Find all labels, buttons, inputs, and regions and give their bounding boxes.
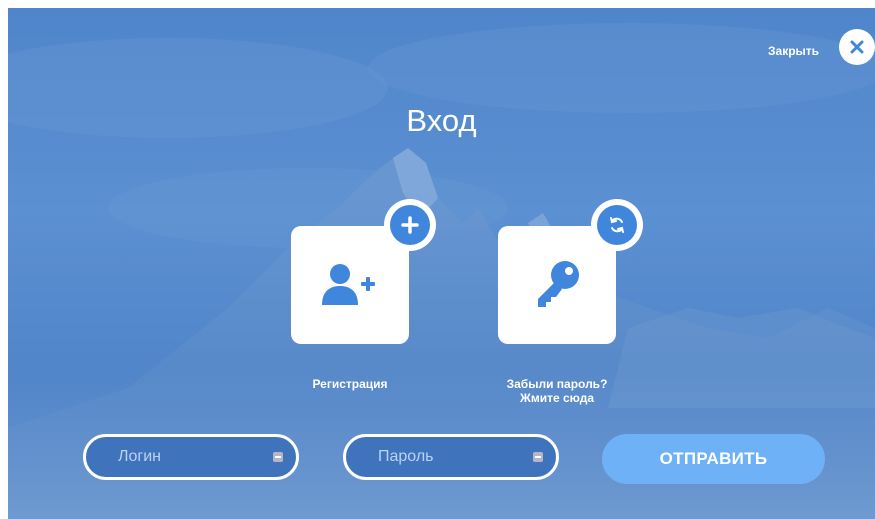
register-badge[interactable] xyxy=(384,199,436,251)
forgot-password-link[interactable]: Забыли пароль? Жмите сюда xyxy=(478,377,636,405)
page-title: Вход xyxy=(406,103,477,138)
forgot-password-line1: Забыли пароль? xyxy=(506,377,608,391)
submit-button[interactable]: ОТПРАВИТЬ xyxy=(602,434,825,484)
register-link[interactable]: Регистрация xyxy=(291,377,409,391)
user-plus-icon xyxy=(322,264,375,305)
password-field[interactable] xyxy=(343,434,559,480)
refresh-icon xyxy=(610,217,624,233)
reset-badge[interactable] xyxy=(591,199,643,251)
forgot-password-line2: Жмите сюда xyxy=(519,391,595,405)
login-modal: Закрыть Вход Регистрация Забыли пароль? … xyxy=(8,8,875,519)
login-input[interactable] xyxy=(116,447,260,467)
keyboard-icon xyxy=(533,452,543,462)
password-input[interactable] xyxy=(376,447,520,467)
key-icon xyxy=(538,261,579,307)
close-button[interactable] xyxy=(839,29,875,65)
plus-icon xyxy=(401,216,419,234)
login-field[interactable] xyxy=(83,434,299,480)
close-label[interactable]: Закрыть xyxy=(768,44,828,58)
keyboard-icon xyxy=(273,452,283,462)
x-icon xyxy=(850,40,864,54)
